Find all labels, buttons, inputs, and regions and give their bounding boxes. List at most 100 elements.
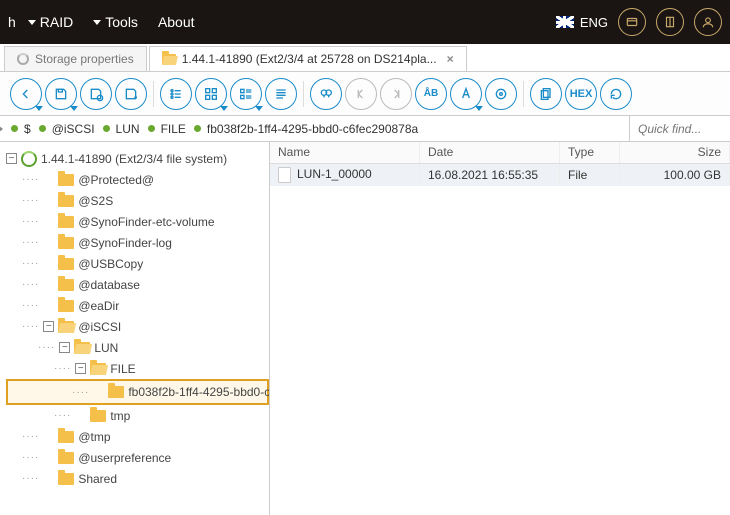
flag-uk-icon (556, 16, 574, 28)
tree-node[interactable]: ···· @SynoFinder-log (6, 232, 269, 253)
view-details-button[interactable] (230, 78, 262, 110)
tree-node[interactable]: ····−FILE (6, 358, 269, 379)
tree-node[interactable]: ····@S2S (6, 190, 269, 211)
tab-volume[interactable]: 1.44.1-41890 (Ext2/3/4 at 25728 on DS214… (149, 46, 467, 71)
find-button[interactable] (310, 78, 342, 110)
tree-node[interactable]: ···· @userpreference (6, 447, 269, 468)
step-back-button (345, 78, 377, 110)
tree-guide-icon: ···· (72, 387, 89, 398)
file-icon (278, 167, 291, 183)
tree-node-label: @userpreference (78, 451, 171, 465)
path-dot-icon (103, 125, 110, 132)
file-name: LUN-1_00000 (297, 167, 372, 181)
menu-tools[interactable]: Tools (85, 10, 146, 34)
col-header-date[interactable]: Date (420, 142, 560, 163)
tree-node[interactable]: ····− LUN (6, 337, 269, 358)
tree-guide-icon: ···· (22, 279, 39, 290)
back-button[interactable] (10, 78, 42, 110)
save-warn-button[interactable] (80, 78, 112, 110)
tree-node-label: @SynoFinder-log (78, 236, 172, 250)
target-button[interactable] (485, 78, 517, 110)
tree-node[interactable]: ····@Protected@ (6, 169, 269, 190)
tree-guide-icon: ···· (22, 452, 39, 463)
tree-root[interactable]: − 1.44.1-41890 (Ext2/3/4 file system) (6, 148, 269, 169)
tree-node[interactable]: ····@tmp (6, 426, 269, 447)
copy-button[interactable] (530, 78, 562, 110)
hex-button[interactable]: HEX (565, 78, 597, 110)
col-header-size[interactable]: Size (620, 142, 730, 163)
folder-icon (58, 279, 74, 291)
tree-node-label: @database (78, 278, 140, 292)
main-split: − 1.44.1-41890 (Ext2/3/4 file system) ··… (0, 142, 730, 515)
folder-icon (58, 431, 74, 443)
path-dot-icon (11, 125, 18, 132)
folder-icon (58, 258, 74, 270)
tree-node[interactable]: ····@USBCopy (6, 253, 269, 274)
tree-guide-icon: ···· (22, 321, 39, 332)
refresh-button[interactable] (600, 78, 632, 110)
tree-node[interactable]: ···· @SynoFinder-etc-volume (6, 211, 269, 232)
view-list-button[interactable] (160, 78, 192, 110)
tree-node-label: FILE (110, 362, 135, 376)
tree-node[interactable]: ····fb038f2b-1ff4-4295-bbd0-c6fec (6, 379, 269, 405)
view-text-button[interactable] (265, 78, 297, 110)
tab-storage-properties[interactable]: Storage properties (4, 46, 147, 71)
collapse-icon[interactable]: − (43, 321, 54, 332)
tree-guide-icon: ···· (22, 195, 39, 206)
tree-node-label: @Protected@ (78, 173, 154, 187)
header-button-1[interactable] (618, 8, 646, 36)
tree-node[interactable]: ···· @database (6, 274, 269, 295)
file-row[interactable]: LUN-1_0000016.08.2021 16:55:35File100.00… (270, 164, 730, 186)
caret-down-icon (28, 20, 36, 25)
tree-node[interactable]: ····Shared (6, 468, 269, 489)
path-bar[interactable]: $ @iSCSI LUN FILE fb038f2b-1ff4-4295-bbd… (0, 116, 630, 141)
tab-bar: Storage properties 1.44.1-41890 (Ext2/3/… (0, 44, 730, 72)
mark-button[interactable] (450, 78, 482, 110)
folder-icon (58, 195, 74, 207)
collapse-icon[interactable]: − (75, 363, 86, 374)
path-row: $ @iSCSI LUN FILE fb038f2b-1ff4-4295-bbd… (0, 116, 730, 142)
folder-icon (90, 363, 106, 375)
find-replace-button[interactable]: ÅB (415, 78, 447, 110)
tree-guide-icon: ···· (54, 410, 71, 421)
tree-node-label: @eaDir (78, 299, 119, 313)
view-grid-button[interactable] (195, 78, 227, 110)
quick-find-input[interactable] (630, 116, 730, 141)
toolbar: ÅB HEX (0, 72, 730, 116)
tree-node[interactable]: ····@eaDir (6, 295, 269, 316)
tree-guide-icon: ···· (38, 342, 55, 353)
close-icon[interactable]: × (447, 52, 454, 66)
menu-about[interactable]: About (150, 10, 203, 34)
tree-node-label: @SynoFinder-etc-volume (78, 215, 214, 229)
step-fwd-button (380, 78, 412, 110)
header-button-2[interactable] (656, 8, 684, 36)
folder-icon (58, 174, 74, 186)
volume-icon (21, 151, 37, 167)
path-dot-icon (39, 125, 46, 132)
collapse-icon[interactable]: − (6, 153, 17, 164)
path-dot-icon (148, 125, 155, 132)
col-header-type[interactable]: Type (560, 142, 620, 163)
collapse-icon[interactable]: − (59, 342, 70, 353)
tree-node[interactable]: ····tmp (6, 405, 269, 426)
save-button[interactable] (45, 78, 77, 110)
tree-guide-icon: ···· (22, 258, 39, 269)
folder-icon (58, 216, 74, 228)
save-add-button[interactable] (115, 78, 147, 110)
folder-icon (90, 410, 106, 422)
tree-guide-icon: ···· (22, 237, 39, 248)
tree-node-label: @tmp (78, 430, 110, 444)
tree-guide-icon: ···· (22, 216, 39, 227)
file-list: Name Date Type Size LUN-1_0000016.08.202… (270, 142, 730, 515)
menu-raid[interactable]: RAID (20, 10, 81, 34)
tree-node[interactable]: ····−@iSCSI (6, 316, 269, 337)
file-type: File (560, 165, 620, 185)
folder-tree: − 1.44.1-41890 (Ext2/3/4 file system) ··… (0, 142, 270, 515)
tree-node-label: LUN (94, 341, 118, 355)
col-header-name[interactable]: Name (270, 142, 420, 163)
language-selector[interactable]: ENG (556, 15, 608, 30)
header-user-button[interactable] (694, 8, 722, 36)
tree-node-label: Shared (78, 472, 117, 486)
folder-icon (58, 300, 74, 312)
caret-right-icon (0, 125, 3, 133)
